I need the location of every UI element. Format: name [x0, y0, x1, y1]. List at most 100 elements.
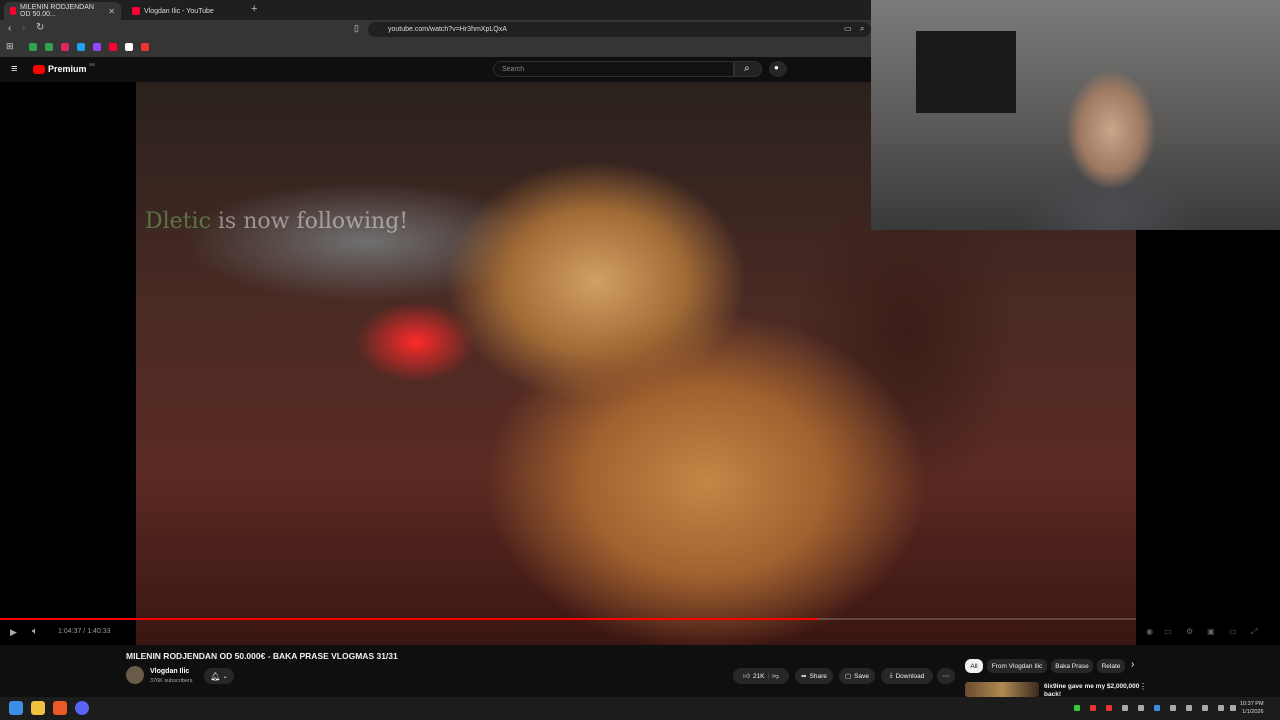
tray-icon[interactable]	[1138, 705, 1144, 711]
tab-label: MILENIN RODJENDAN OD 50.00...	[20, 4, 94, 18]
tray-icon[interactable]	[1122, 705, 1128, 711]
reload-icon[interactable]: ↻	[36, 22, 44, 33]
miniplayer-icon[interactable]: ▣	[1207, 627, 1215, 636]
download-label: Download	[895, 672, 925, 680]
search-button[interactable]: ⌕	[734, 61, 762, 77]
follower-name: Dletic	[145, 209, 211, 234]
tray-icon[interactable]	[1074, 705, 1080, 711]
bookmark-icon[interactable]	[61, 43, 69, 51]
brave-browser-icon[interactable]	[53, 701, 67, 715]
bookmark-sheets-icon[interactable]	[45, 43, 53, 51]
bookmark-icon[interactable]: ▯	[354, 23, 359, 34]
hamburger-icon[interactable]: ≡	[11, 63, 17, 75]
video-progress-fill	[0, 618, 818, 620]
close-tab-icon[interactable]: ✕	[108, 7, 115, 16]
webcam-background-tv	[916, 31, 1016, 113]
thumb-down-icon[interactable]: 👎︎	[772, 672, 779, 680]
chip-label: From Vlogdan Ilic	[991, 662, 1043, 670]
tab-inactive[interactable]: Vlogdan Ilic - YouTube	[126, 2, 246, 20]
search-placeholder: Search	[502, 65, 525, 73]
more-actions-button[interactable]: ⋯	[937, 668, 955, 684]
logo-text: Premium	[48, 64, 87, 74]
logo-region: RS	[89, 61, 96, 67]
new-tab-button[interactable]: +	[251, 3, 257, 15]
more-vert-icon[interactable]: ⋮	[1139, 682, 1147, 691]
chip-label: All	[970, 662, 978, 670]
bookmark-youtube-icon[interactable]	[109, 43, 117, 51]
system-clock[interactable]: 10:37 PM 1/1/2026	[1240, 700, 1264, 716]
network-icon[interactable]	[1218, 705, 1224, 711]
tray-icon[interactable]	[1090, 705, 1096, 711]
video-letterbox-left	[0, 82, 136, 645]
search-input[interactable]: Search	[493, 61, 734, 77]
cast-icon[interactable]: ▭	[844, 24, 852, 33]
bookmark-icon[interactable]	[141, 43, 149, 51]
bookmark-twitch-icon[interactable]	[93, 43, 101, 51]
notification-bell-button[interactable]: 🔔︎ ⌄	[204, 668, 234, 684]
youtube-logo[interactable]: Premium RS	[33, 61, 96, 74]
tray-icon[interactable]	[1202, 705, 1208, 711]
save-label: Save	[854, 672, 869, 680]
chip-from-channel[interactable]: From Vlogdan Ilic	[987, 659, 1047, 673]
youtube-favicon-icon	[132, 7, 140, 15]
share-button[interactable]: ➦ Share	[795, 668, 833, 684]
autoplay-icon[interactable]: ◉	[1146, 627, 1153, 636]
url-text: youtube.com/watch?v=Hr3hmXpLQxA	[388, 26, 507, 33]
thumb-up-icon[interactable]: 👍︎	[743, 672, 750, 680]
clock-time: 10:37 PM	[1240, 701, 1264, 707]
subscriber-count: 376K subscribers	[150, 678, 193, 684]
volume-tray-icon[interactable]	[1230, 705, 1236, 711]
share-icon: ➦	[801, 673, 807, 680]
bookmark-icon[interactable]	[125, 43, 133, 51]
channel-name[interactable]: Vlogdan Ilic	[150, 668, 189, 675]
tab-label: Vlogdan Ilic - YouTube	[144, 7, 214, 15]
video-title: MILENIN RODJENDAN OD 50.000€ - BAKA PRAS…	[126, 651, 398, 661]
tray-icon[interactable]	[1106, 705, 1112, 711]
chip-related[interactable]: Relate	[1097, 659, 1125, 673]
discord-icon[interactable]	[75, 701, 89, 715]
bell-icon: 🔔︎	[210, 671, 221, 681]
share-label: Share	[809, 672, 827, 680]
windows-start-icon[interactable]	[9, 701, 23, 715]
tray-icon[interactable]	[1186, 705, 1192, 711]
bookmark-check-icon[interactable]	[77, 43, 85, 51]
settings-icon[interactable]: ⚙	[1186, 627, 1193, 636]
chip-label: Relate	[1101, 662, 1121, 670]
chevron-right-icon[interactable]: ›	[1131, 659, 1134, 670]
recommended-thumbnail[interactable]	[965, 682, 1039, 697]
chevron-down-icon: ⌄	[222, 673, 228, 680]
subtitles-icon[interactable]: ▭	[1164, 627, 1172, 636]
channel-avatar[interactable]	[126, 666, 144, 684]
download-button[interactable]: ⤓ Download	[881, 668, 933, 684]
voice-search-button[interactable]: ●	[769, 61, 787, 77]
divider: |	[767, 672, 770, 680]
mic-icon: ●	[774, 63, 779, 72]
apps-grid-icon[interactable]: ⊞	[6, 41, 14, 52]
tray-icon[interactable]	[1170, 705, 1176, 711]
zoom-icon[interactable]: ⌕	[860, 24, 864, 34]
chip-all[interactable]: All	[965, 659, 983, 673]
like-count[interactable]: 21K	[753, 673, 765, 680]
theater-icon[interactable]: ▭	[1229, 627, 1237, 636]
youtube-favicon-icon	[10, 7, 17, 15]
search-icon: ⌕	[744, 63, 750, 74]
forward-icon[interactable]: ›	[22, 23, 25, 34]
back-icon[interactable]: ‹	[8, 23, 11, 34]
play-icon[interactable]: ▶	[10, 627, 17, 638]
address-bar[interactable]: youtube.com/watch?v=Hr3hmXpLQxA	[368, 22, 871, 37]
bookmark-sheets-icon[interactable]	[29, 43, 37, 51]
tray-icon[interactable]	[1154, 705, 1160, 711]
tab-active[interactable]: MILENIN RODJENDAN OD 50.00... ✕	[4, 2, 121, 20]
volume-icon[interactable]: 🔈︎	[32, 626, 38, 637]
youtube-logo-icon	[33, 64, 45, 74]
download-icon: ⤓	[889, 672, 893, 679]
save-icon: ▢	[845, 673, 852, 680]
clock-date: 1/1/2026	[1242, 709, 1264, 715]
save-button[interactable]: ▢ Save	[839, 668, 875, 684]
chip-baka-prase[interactable]: Baka Prase	[1051, 659, 1093, 673]
fullscreen-icon[interactable]: ⤢	[1251, 627, 1257, 637]
chip-label: Baka Prase	[1055, 662, 1089, 670]
follow-message: is now following!	[210, 209, 409, 234]
file-explorer-icon[interactable]	[31, 701, 45, 715]
video-time: 1:04:37 / 1:40:33	[58, 628, 111, 635]
